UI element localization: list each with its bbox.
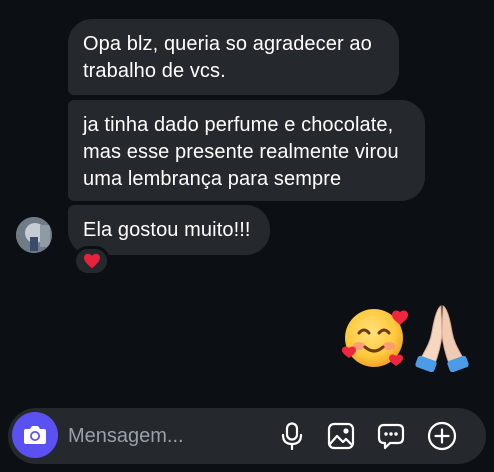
red-heart-icon xyxy=(83,253,100,269)
image-icon xyxy=(327,422,355,450)
add-icon xyxy=(427,421,457,451)
message-bubble[interactable]: ja tinha dado perfume e chocolate, mas e… xyxy=(68,100,425,201)
camera-button[interactable] xyxy=(12,412,58,458)
message-line: uma lembrança para sempre xyxy=(83,168,342,190)
message-input[interactable]: Mensagem... xyxy=(68,424,184,448)
sticker-button[interactable] xyxy=(375,420,407,452)
smiling-face-with-hearts-icon xyxy=(342,309,408,367)
sent-emoji-message[interactable] xyxy=(340,300,490,372)
folded-hands-icon xyxy=(415,305,469,372)
avatar[interactable] xyxy=(16,217,52,253)
avatar-photo xyxy=(16,217,52,253)
message-line: mas esse presente realmente virou xyxy=(83,141,399,163)
message-line: Opa blz, queria so agradecer ao xyxy=(83,33,372,55)
message-line: ja tinha dado perfume e chocolate, xyxy=(83,114,394,136)
voice-message-button[interactable] xyxy=(276,420,308,452)
camera-icon xyxy=(24,426,46,444)
message-bubble[interactable]: Opa blz, queria so agradecer ao trabalho… xyxy=(68,19,399,95)
message-line: Ela gostou muito!!! xyxy=(83,219,251,241)
message-composer[interactable]: Mensagem... xyxy=(8,408,486,464)
chat-screen: Opa blz, queria so agradecer ao trabalho… xyxy=(0,0,494,472)
message-line: trabalho de vcs. xyxy=(83,60,226,82)
microphone-icon xyxy=(281,422,303,450)
gallery-button[interactable] xyxy=(325,420,357,452)
reaction-badge[interactable] xyxy=(73,246,110,276)
chat-bubble-icon xyxy=(377,423,405,450)
more-options-button[interactable] xyxy=(426,420,458,452)
